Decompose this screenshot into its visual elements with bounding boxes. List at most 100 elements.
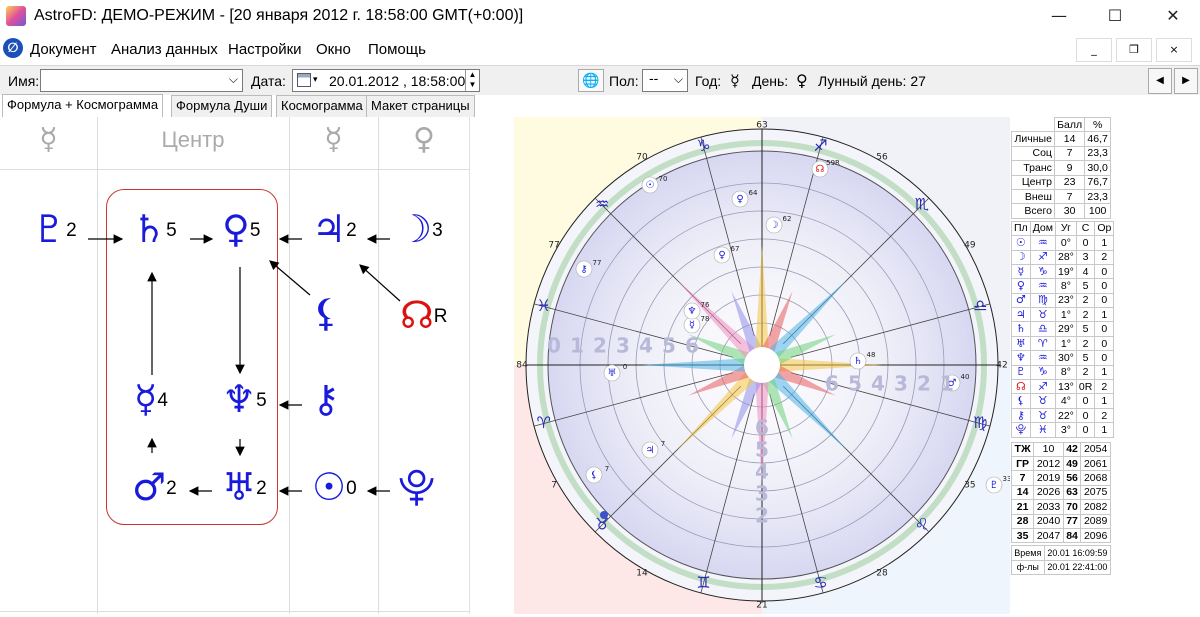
saturn-number: 5 <box>166 220 177 241</box>
house-number: 4 <box>639 334 653 358</box>
position-cell: 23° <box>1054 292 1077 309</box>
position-cell: 0 <box>1075 407 1096 424</box>
maximize-button[interactable]: ☐ <box>1092 0 1138 32</box>
planet-degree: 0 <box>623 363 627 371</box>
position-cell: 13° <box>1054 379 1077 395</box>
position-cell: 4° <box>1054 393 1077 409</box>
calendar-dropdown-icon[interactable]: ▾ <box>313 74 318 85</box>
prev-button[interactable]: ◀ <box>1148 68 1172 94</box>
cosmogram[interactable]: ♑ ♒ ♓ ♈ ♉ ♊ ♋ ♌ ♍ ♎ ♏ ♐ 63 56 49 42 35 28 21 14 7 84 77 70 ♄ 48 ♂ 4… <box>514 117 1011 614</box>
date-spinner[interactable]: ▲ ▼ <box>465 70 479 91</box>
score-cell: 100 <box>1084 203 1111 219</box>
year-cell: 2054 <box>1080 441 1111 457</box>
pluto-node: ♇2 <box>32 209 77 249</box>
mars-number: 2 <box>166 478 177 499</box>
position-cell: 1 <box>1094 364 1115 381</box>
venus-node: ♀5 <box>222 209 260 249</box>
house-number: 3 <box>616 334 630 358</box>
position-cell: 1 <box>1094 307 1115 323</box>
globe-icon[interactable]: 🌐 <box>578 69 604 92</box>
position-cell: 3 <box>1075 249 1096 265</box>
mdi-close-button[interactable]: × <box>1156 38 1192 62</box>
planet-sign-icon: ♄ <box>1011 321 1031 337</box>
calendar-icon[interactable] <box>297 73 311 87</box>
mdi-restore-button[interactable]: ❐ <box>1116 38 1152 62</box>
day-label: День: <box>752 73 789 89</box>
planet-degree: 33 <box>1003 475 1010 483</box>
score-cell: 7 <box>1053 145 1086 162</box>
tab-cosmogram[interactable]: Космограмма <box>276 95 368 117</box>
planet-degree: 70 <box>659 175 668 183</box>
tab-soul-formula[interactable]: Формула Души <box>171 95 273 117</box>
lilith-node: ⚸ <box>312 293 340 333</box>
planet-sign-icon: ♅ <box>1011 335 1031 352</box>
gender-combo[interactable]: -- ⌵ <box>642 69 688 92</box>
position-cell: 5 <box>1075 350 1096 366</box>
planet-sign-icon: ♂ <box>1011 292 1031 309</box>
planet-sign-icon: ☿ <box>1011 263 1031 280</box>
time-value: 20.01 16:09:59 <box>1043 545 1112 561</box>
north-node-icon: ☊ <box>400 293 434 337</box>
zodiac-sign-icon: ♍ <box>973 413 987 432</box>
year-cell: 7 <box>1010 470 1035 486</box>
jupiter-node: ♃2 <box>312 209 357 249</box>
time-label: Время <box>1011 545 1045 561</box>
planet-icon: ☽ <box>770 220 779 231</box>
tab-page-layout[interactable]: Макет страницы <box>366 95 475 117</box>
chevron-down-icon: ⌵ <box>228 72 238 86</box>
position-cell: 2 <box>1075 335 1096 352</box>
jupiter-icon: ♃ <box>312 207 347 251</box>
mars-node: ♂2 <box>132 467 177 507</box>
menu-settings[interactable]: Настройки <box>228 41 302 58</box>
menu-analysis[interactable]: Анализ данных <box>111 41 218 58</box>
planet-sign-icon: ♃ <box>1011 307 1031 323</box>
position-cell: 1° <box>1054 335 1077 352</box>
house-number: 4 <box>871 372 885 396</box>
planet-sign-icon: ♈ <box>1029 335 1056 352</box>
planet-sign-icon: ♒ <box>1029 235 1056 251</box>
planet-icon: ♄ <box>854 356 863 367</box>
position-cell: 30° <box>1054 350 1077 366</box>
document-icon[interactable]: ∅ <box>3 38 23 58</box>
position-cell: 2 <box>1094 407 1115 424</box>
positions-header: С <box>1075 220 1096 237</box>
year-cell: 10 <box>1033 441 1064 457</box>
pluto-number: 2 <box>66 220 77 241</box>
name-combo[interactable]: ⌵ <box>40 69 243 92</box>
app-icon <box>6 6 26 26</box>
tab-formula-cosmogram[interactable]: Формула + Космограмма <box>2 94 164 117</box>
close-button[interactable]: ✕ <box>1150 0 1196 32</box>
house-number: 2 <box>593 334 607 358</box>
positions-table: Пл Дом Уг С Ор ☉ ♒ 0° 0 1 ☽ ♐ 28° 3 2 ☿ ♑ 19° 4 0 ♀ ♒ 8° 5… <box>1011 220 1115 438</box>
planet-sign-icon: ♀ <box>1011 278 1031 294</box>
minimize-button[interactable]: — <box>1036 0 1082 32</box>
position-row: ♂ ♍ 23° 2 0 <box>1011 292 1115 309</box>
position-cell: 0 <box>1094 350 1115 366</box>
date-picker[interactable]: ▾ 20.01.2012 , 18:58:00 ▲ ▼ <box>292 69 480 92</box>
house-number: 1 <box>570 334 584 358</box>
position-cell: 22° <box>1054 407 1077 424</box>
venus-icon: ♀ <box>222 207 250 251</box>
menu-document[interactable]: Документ <box>30 41 97 58</box>
next-button[interactable]: ▶ <box>1174 68 1198 94</box>
house-number: 0 <box>547 334 561 358</box>
year-cell: 49 <box>1062 455 1082 472</box>
positions-header: Ор <box>1094 220 1115 237</box>
score-cell: 23,3 <box>1084 145 1111 162</box>
planet-sign-icon: ♉ <box>1029 307 1056 323</box>
planet-sign-icon: ♍ <box>1029 292 1056 309</box>
planet-sign-icon: ♎ <box>1029 321 1056 337</box>
cosmogram-svg: ♑♒♓♈♉♊ ♋♌♍♎♏♐63564942352821147847770♄48♂4… <box>514 117 1011 614</box>
menu-help[interactable]: Помощь <box>368 41 426 58</box>
planet-degree: 59R <box>826 159 840 167</box>
house-number: 5 <box>662 334 676 358</box>
position-row: ♇ ♑ 8° 2 1 <box>1011 364 1115 381</box>
scores-table: Балл% Личные 14 46,7 Соц 7 23,3 Транс 9 30,0 Цент… <box>1011 116 1111 219</box>
planet-sign-icon: ♉ <box>1029 393 1056 409</box>
score-cell: 76,7 <box>1084 174 1111 190</box>
position-row: ♃ ♉ 1° 2 1 <box>1011 307 1115 323</box>
planet-sign-icon: ☽ <box>1011 249 1031 265</box>
mdi-minimize-button[interactable]: _ <box>1076 38 1112 62</box>
year-cell: 14 <box>1010 484 1035 501</box>
menu-window[interactable]: Окно <box>316 41 351 58</box>
